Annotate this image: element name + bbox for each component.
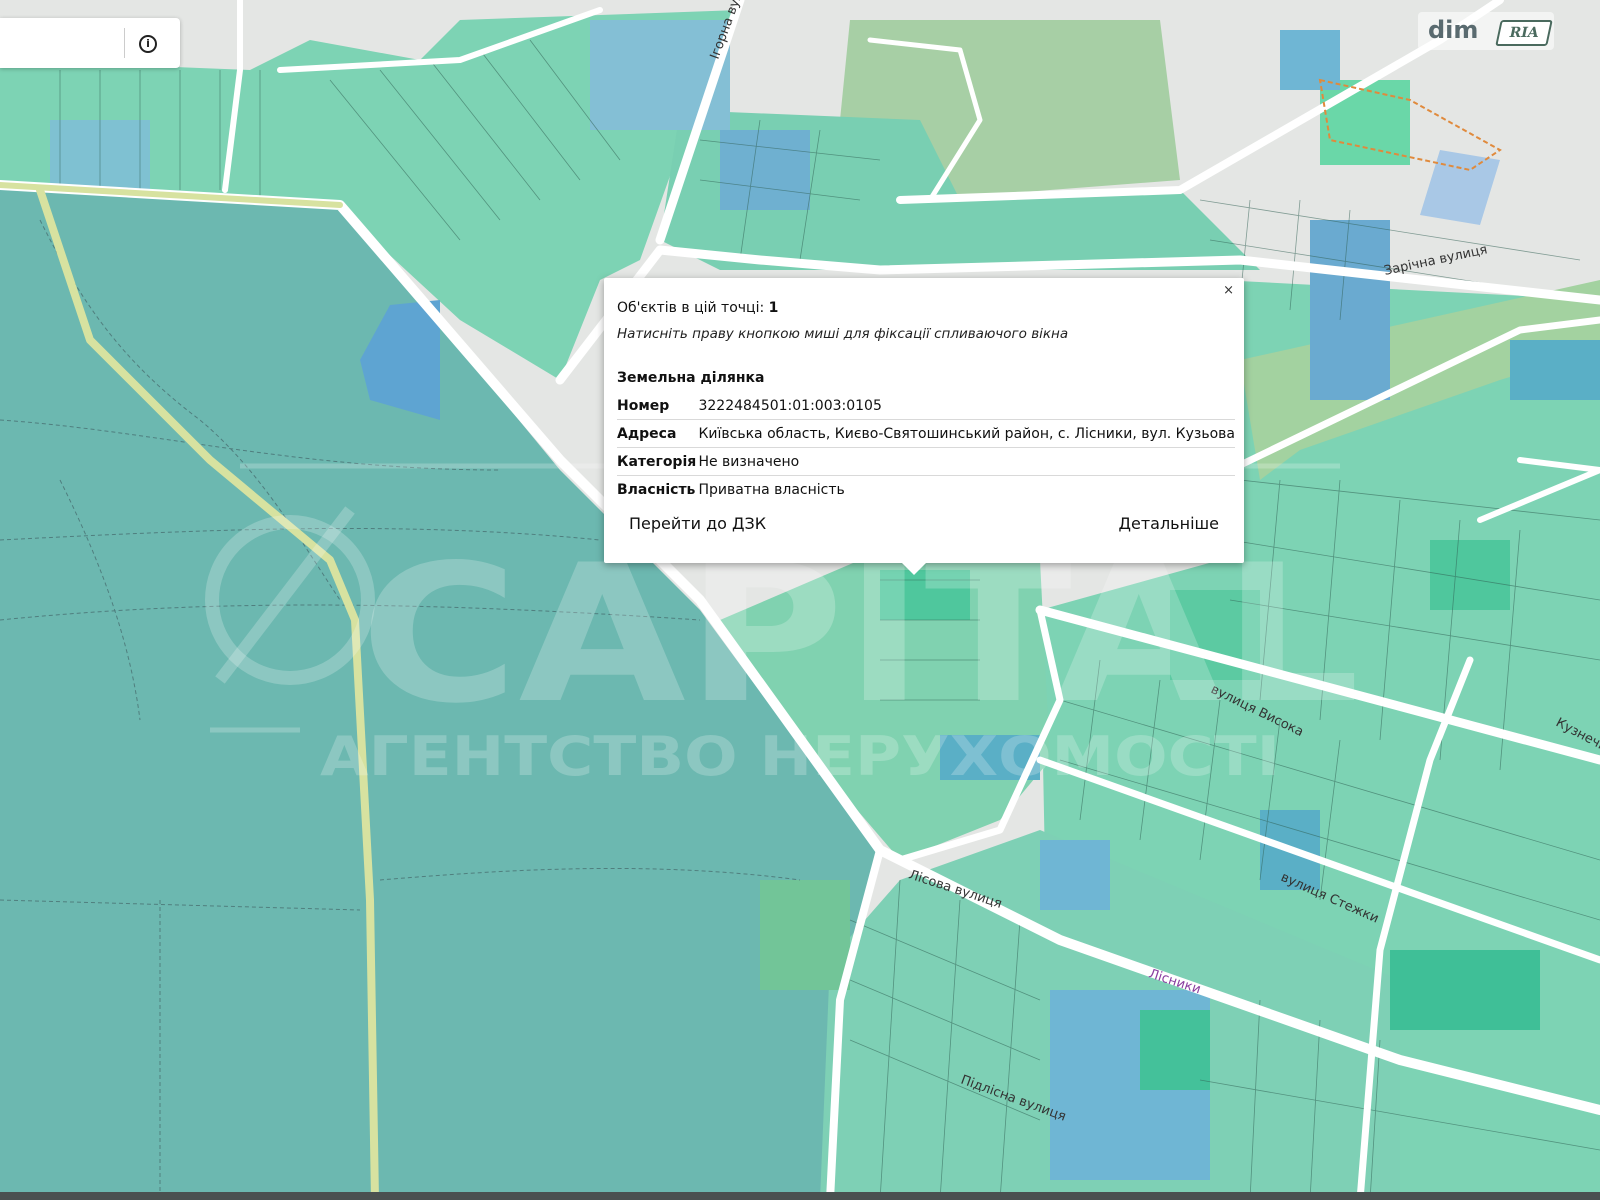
popup-hint: Натисніть праву кнопкою миші для фіксаці… [617,326,1069,342]
dim-ria-logo: dim RIA [1418,12,1554,50]
parcel-blue [1040,840,1110,910]
attribute-value: Не визначено [698,447,1235,476]
cadastral-map[interactable]: Ігорна вулиця Зарічна вулиця Лісова вули… [0,0,1600,1200]
search-panel[interactable]: i [0,18,180,68]
logo-ria-badge: RIA [1495,20,1553,46]
go-to-dzk-link[interactable]: Перейти до ДЗК [629,514,766,533]
attribute-key: Адреса [617,419,699,448]
table-row: Номер 3222484501:01:003:0105 [617,392,1235,420]
watermark-tagline: АГЕНТСТВО НЕРУХОМОСТІ [320,725,1280,788]
attribute-value: Приватна власність [698,481,845,498]
parcel-info-popup: × Об'єктів в цій точці: 1 Натисніть прав… [604,278,1244,575]
table-row: Адреса Київська область, Києво-Святошинс… [617,419,1235,448]
details-link[interactable]: Детальніше [1118,514,1219,533]
parcel-dark [1320,80,1410,165]
parcel-dark [1430,540,1510,610]
table-row: Власність Приватна власність [617,476,1235,504]
popup-pointer [902,563,926,575]
attribute-value: 3222484501:01:003:0105 [698,392,1235,420]
table-row: Категорія Не визначено [617,447,1235,476]
parcel-dark [1390,950,1540,1030]
attribute-key: Власність [617,481,696,498]
close-icon[interactable]: × [1223,283,1234,298]
parcel-dark [1140,1010,1210,1090]
parcel-blue [720,130,810,210]
attribute-value: Київська область, Києво-Святошинський ра… [698,419,1235,448]
info-icon[interactable]: i [139,35,157,53]
bottom-bar [0,1192,1600,1200]
logo-dim-text: dim [1428,16,1479,44]
parcel-blue [1510,340,1600,400]
attribute-key: Номер [617,392,699,420]
parcel-blue [590,20,730,130]
section-title: Земельна ділянка [617,370,765,386]
search-divider [124,28,125,58]
objects-label: Об'єктів в цій точці: [617,300,765,316]
objects-count-line: Об'єктів в цій точці: 1 [617,300,778,316]
attribute-key: Категорія [617,447,699,476]
green-plot [760,880,850,990]
objects-count: 1 [768,300,779,316]
parcel-blue [1310,220,1390,400]
parcel-attributes-table: Номер 3222484501:01:003:0105 Адреса Київ… [617,392,1235,503]
map-viewer: Ігорна вулиця Зарічна вулиця Лісова вули… [0,0,1600,1200]
parcel-blue [1280,30,1340,90]
